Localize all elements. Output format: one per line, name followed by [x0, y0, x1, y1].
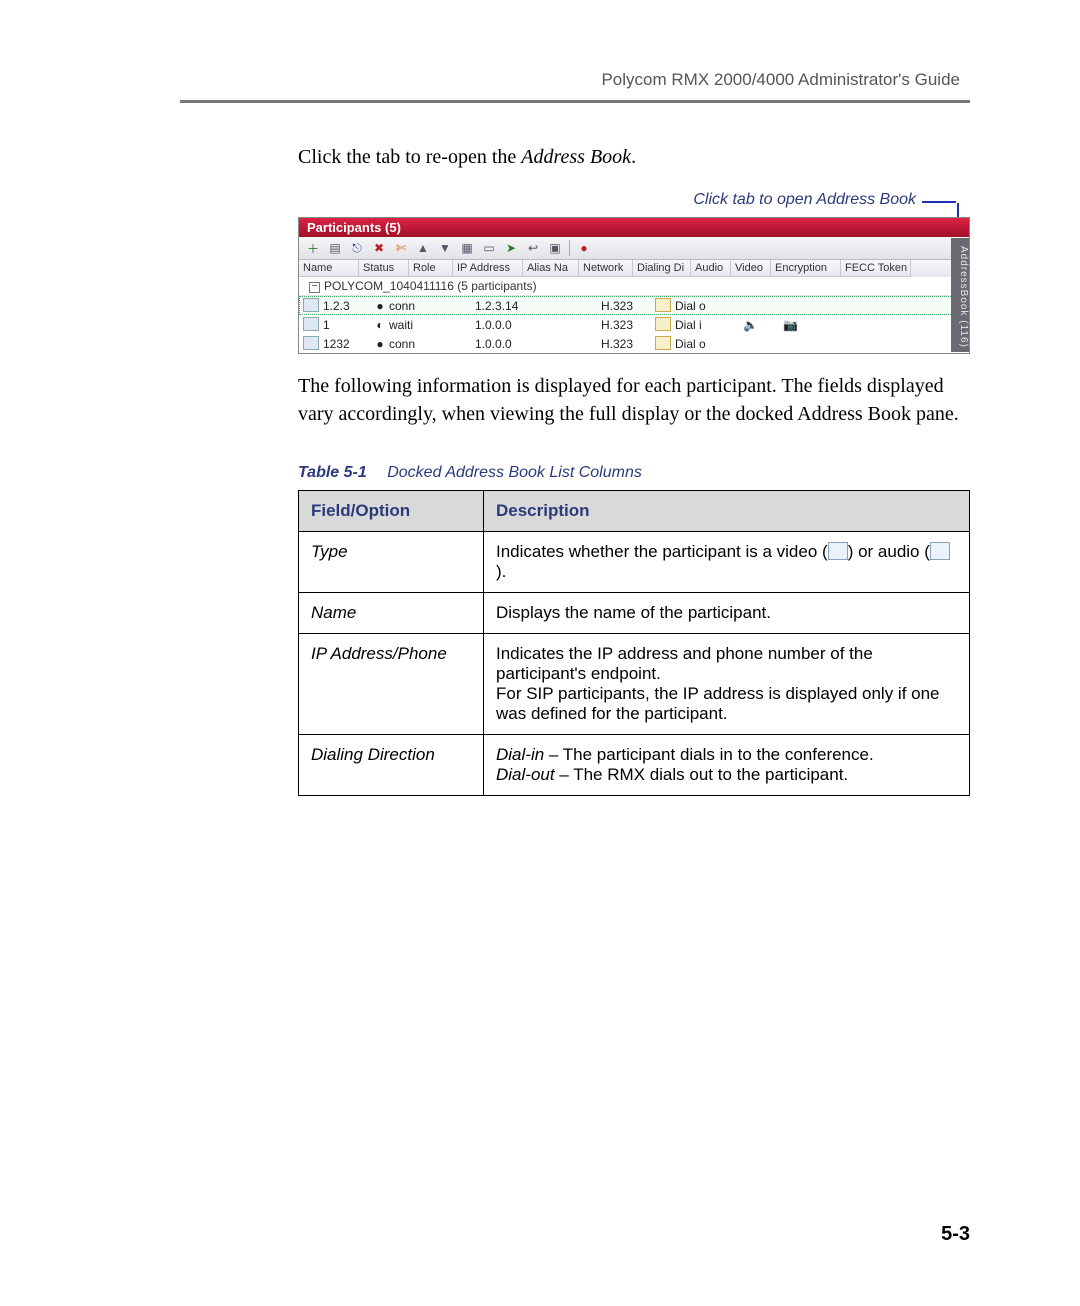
cell-network: H.323	[597, 335, 651, 353]
desc-type-c: ).	[496, 562, 506, 581]
intro-sentence-2: The following information is displayed f…	[298, 372, 970, 428]
cell-dial: Dial i	[675, 318, 702, 332]
columns-table: Field/Option Description Type Indicates …	[298, 490, 970, 796]
dial-dir-icon	[655, 317, 671, 331]
col-name[interactable]: Name	[299, 260, 359, 277]
cell-status: conn	[389, 337, 415, 351]
col-dialing[interactable]: Dialing Di	[633, 260, 691, 277]
add-participant-icon[interactable]: ＋	[305, 240, 321, 256]
desc-type: Indicates whether the participant is a v…	[484, 532, 970, 593]
grid-body: −POLYCOM_1040411116 (5 participants) 1.2…	[299, 277, 969, 353]
status-icon: ●	[373, 299, 387, 313]
dialin-term: Dial-in	[496, 745, 544, 764]
participant-video-icon	[303, 298, 319, 312]
dialin-text: – The participant dials in to the confer…	[544, 745, 874, 764]
down-icon[interactable]: ▼	[437, 240, 453, 256]
arrow-caption: Click tab to open Address Book	[298, 191, 966, 209]
dial-dir-icon	[655, 336, 671, 350]
cell-status: conn	[389, 299, 415, 313]
col-audio[interactable]: Audio	[691, 260, 731, 277]
intro1-a: Click the tab to re-open the	[298, 146, 521, 168]
table-row[interactable]: 1232 ●conn 1.0.0.0 H.323 Dial o	[299, 334, 969, 353]
status-icon: ◐	[373, 318, 387, 332]
col-video[interactable]: Video	[731, 260, 771, 277]
participant-video-icon	[303, 336, 319, 350]
close-icon[interactable]: ✖	[371, 240, 387, 256]
intro-sentence-1: Click the tab to re-open the Address Boo…	[298, 143, 970, 171]
collapse-icon[interactable]: −	[309, 282, 320, 293]
card-icon[interactable]: ▭	[481, 240, 497, 256]
field-name: Name	[299, 593, 484, 634]
arrow-caption-text: Click tab to open Address Book	[693, 191, 916, 208]
intro1-b: Address Book	[521, 146, 631, 168]
page-header: Polycom RMX 2000/4000 Administrator's Gu…	[180, 70, 960, 90]
clipboard-icon[interactable]: ▦	[459, 240, 475, 256]
desc-name: Displays the name of the participant.	[484, 593, 970, 634]
col-role[interactable]: Role	[409, 260, 453, 277]
col-alias[interactable]: Alias Na	[523, 260, 579, 277]
record-icon[interactable]: ●	[576, 240, 592, 256]
document-icon[interactable]: ▤	[327, 240, 343, 256]
desc-type-b: ) or audio (	[848, 542, 930, 561]
cell-name: 1232	[323, 337, 350, 351]
panel-toolbar: ＋ ▤ ⎋ ✖ ✄ ▲ ▼ ▦ ▭ ➤ ↩ ▣ ●	[299, 237, 969, 260]
up-icon[interactable]: ▲	[415, 240, 431, 256]
window-icon[interactable]: ▣	[547, 240, 563, 256]
col-ip[interactable]: IP Address	[453, 260, 523, 277]
intro1-c: .	[631, 146, 636, 168]
col-encryption[interactable]: Encryption	[771, 260, 841, 277]
header-rule	[180, 100, 970, 103]
th-desc: Description	[484, 491, 970, 532]
cell-network: H.323	[597, 316, 651, 334]
dial-dir-icon	[655, 298, 671, 312]
participants-panel: Participants (5) ＋ ▤ ⎋ ✖ ✄ ▲ ▼ ▦ ▭ ➤ ↩ ▣…	[298, 217, 970, 354]
group-label: POLYCOM_1040411116 (5 participants)	[324, 279, 537, 293]
cell-name: 1.2.3	[323, 299, 350, 313]
link-icon[interactable]: ⎋	[349, 240, 365, 256]
cut-icon[interactable]: ✄	[393, 240, 409, 256]
dialout-term: Dial-out	[496, 765, 555, 784]
grid-header: Name Status Role IP Address Alias Na Net…	[299, 260, 969, 277]
desc-dial: Dial-in – The participant dials in to th…	[484, 735, 970, 796]
desc-type-a: Indicates whether the participant is a v…	[496, 542, 828, 561]
audio-participant-icon	[930, 542, 950, 560]
panel-title: Participants (5)	[307, 220, 401, 235]
cell-video: 📷	[779, 316, 819, 334]
col-fecc[interactable]: FECC Token	[841, 260, 911, 277]
desc-ip: Indicates the IP address and phone numbe…	[484, 634, 970, 735]
col-status[interactable]: Status	[359, 260, 409, 277]
table-row[interactable]: 1 ◐waiti 1.0.0.0 H.323 Dial i 🔈 📷	[299, 315, 969, 334]
cell-ip: 1.0.0.0	[471, 316, 559, 334]
cell-ip: 1.2.3.14	[471, 297, 559, 315]
table-title: Docked Address Book List Columns	[387, 464, 642, 481]
page-number: 5-3	[941, 1223, 970, 1246]
cell-name: 1	[323, 318, 330, 332]
dialout-text: – The RMX dials out to the participant.	[555, 765, 849, 784]
table-caption: Table 5-1 Docked Address Book List Colum…	[298, 464, 970, 482]
field-ip: IP Address/Phone	[299, 634, 484, 735]
cell-audio: 🔈	[739, 316, 779, 334]
separator-icon	[569, 240, 570, 256]
field-dial: Dialing Direction	[299, 735, 484, 796]
video-participant-icon	[828, 542, 848, 560]
participant-video-icon	[303, 317, 319, 331]
panel-titlebar: Participants (5)	[299, 218, 969, 237]
back-icon[interactable]: ↩	[525, 240, 541, 256]
addressbook-tab[interactable]: AddressBook (116)	[951, 238, 969, 352]
cell-dial: Dial o	[675, 337, 706, 351]
cell-ip: 1.0.0.0	[471, 335, 559, 353]
cell-network: H.323	[597, 297, 651, 315]
col-network[interactable]: Network	[579, 260, 633, 277]
th-field: Field/Option	[299, 491, 484, 532]
group-row[interactable]: −POLYCOM_1040411116 (5 participants)	[299, 277, 969, 296]
status-icon: ●	[373, 337, 387, 351]
cell-dial: Dial o	[675, 299, 706, 313]
cell-status: waiti	[389, 318, 413, 332]
arrow-icon[interactable]: ➤	[503, 240, 519, 256]
table-number: Table 5-1	[298, 464, 367, 481]
field-type: Type	[299, 532, 484, 593]
table-row[interactable]: 1.2.3 ●conn 1.2.3.14 H.323 Dial o	[299, 296, 969, 315]
